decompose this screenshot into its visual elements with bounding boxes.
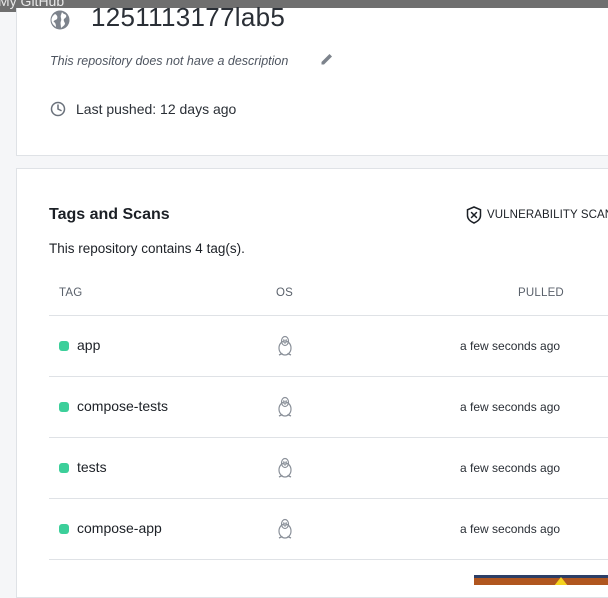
- column-header-tag[interactable]: TAG: [59, 287, 82, 299]
- tags-and-scans-card: Tags and Scans VULNERABILITY SCAN This r…: [16, 168, 608, 598]
- tag-name-link[interactable]: tests: [77, 459, 107, 475]
- tag-name-link[interactable]: app: [77, 337, 100, 353]
- taskbar-preview-thumbnail: [474, 575, 608, 585]
- status-dot: [59, 341, 69, 351]
- column-header-pulled[interactable]: PULLED: [518, 287, 564, 299]
- tags-table-body: app a few seconds ago compose-tests a fe…: [49, 316, 608, 560]
- linux-penguin-icon: [278, 335, 292, 356]
- vulnerability-scan-label: VULNERABILITY SCAN: [487, 209, 608, 221]
- repository-info-card: 1251113177lab5 This repository does not …: [16, 2, 608, 156]
- column-header-os: OS: [276, 287, 294, 299]
- clock-icon: [50, 101, 66, 117]
- table-row[interactable]: tests a few seconds ago: [49, 438, 608, 499]
- status-dot: [59, 524, 69, 534]
- shield-x-icon: [466, 206, 482, 224]
- pulled-time: a few seconds ago: [460, 522, 561, 536]
- pulled-time: a few seconds ago: [460, 339, 561, 353]
- last-pushed-text: Last pushed: 12 days ago: [76, 101, 237, 117]
- table-row[interactable]: app a few seconds ago: [49, 316, 608, 377]
- tag-count-text: This repository contains 4 tag(s).: [49, 241, 245, 256]
- status-dot: [59, 463, 69, 473]
- repository-name: 1251113177lab5: [91, 2, 286, 32]
- tags-section-title: Tags and Scans: [49, 206, 170, 223]
- linux-penguin-icon: [278, 518, 292, 539]
- thumbnail-top-bar: [474, 575, 608, 578]
- vulnerability-scan-button[interactable]: VULNERABILITY SCAN: [466, 206, 608, 224]
- status-dot: [59, 402, 69, 412]
- edit-pencil-icon[interactable]: [320, 52, 334, 66]
- warning-triangle-icon: [554, 577, 568, 585]
- repository-description: This repository does not have a descript…: [50, 54, 289, 68]
- globe-icon: [50, 10, 70, 30]
- pulled-time: a few seconds ago: [460, 400, 561, 414]
- linux-penguin-icon: [278, 457, 292, 478]
- tag-name-link[interactable]: compose-app: [77, 520, 162, 536]
- table-row[interactable]: compose-tests a few seconds ago: [49, 377, 608, 438]
- tag-name-link[interactable]: compose-tests: [77, 398, 168, 414]
- pulled-time: a few seconds ago: [460, 461, 561, 475]
- table-row[interactable]: compose-app a few seconds ago: [49, 499, 608, 560]
- linux-penguin-icon: [278, 396, 292, 417]
